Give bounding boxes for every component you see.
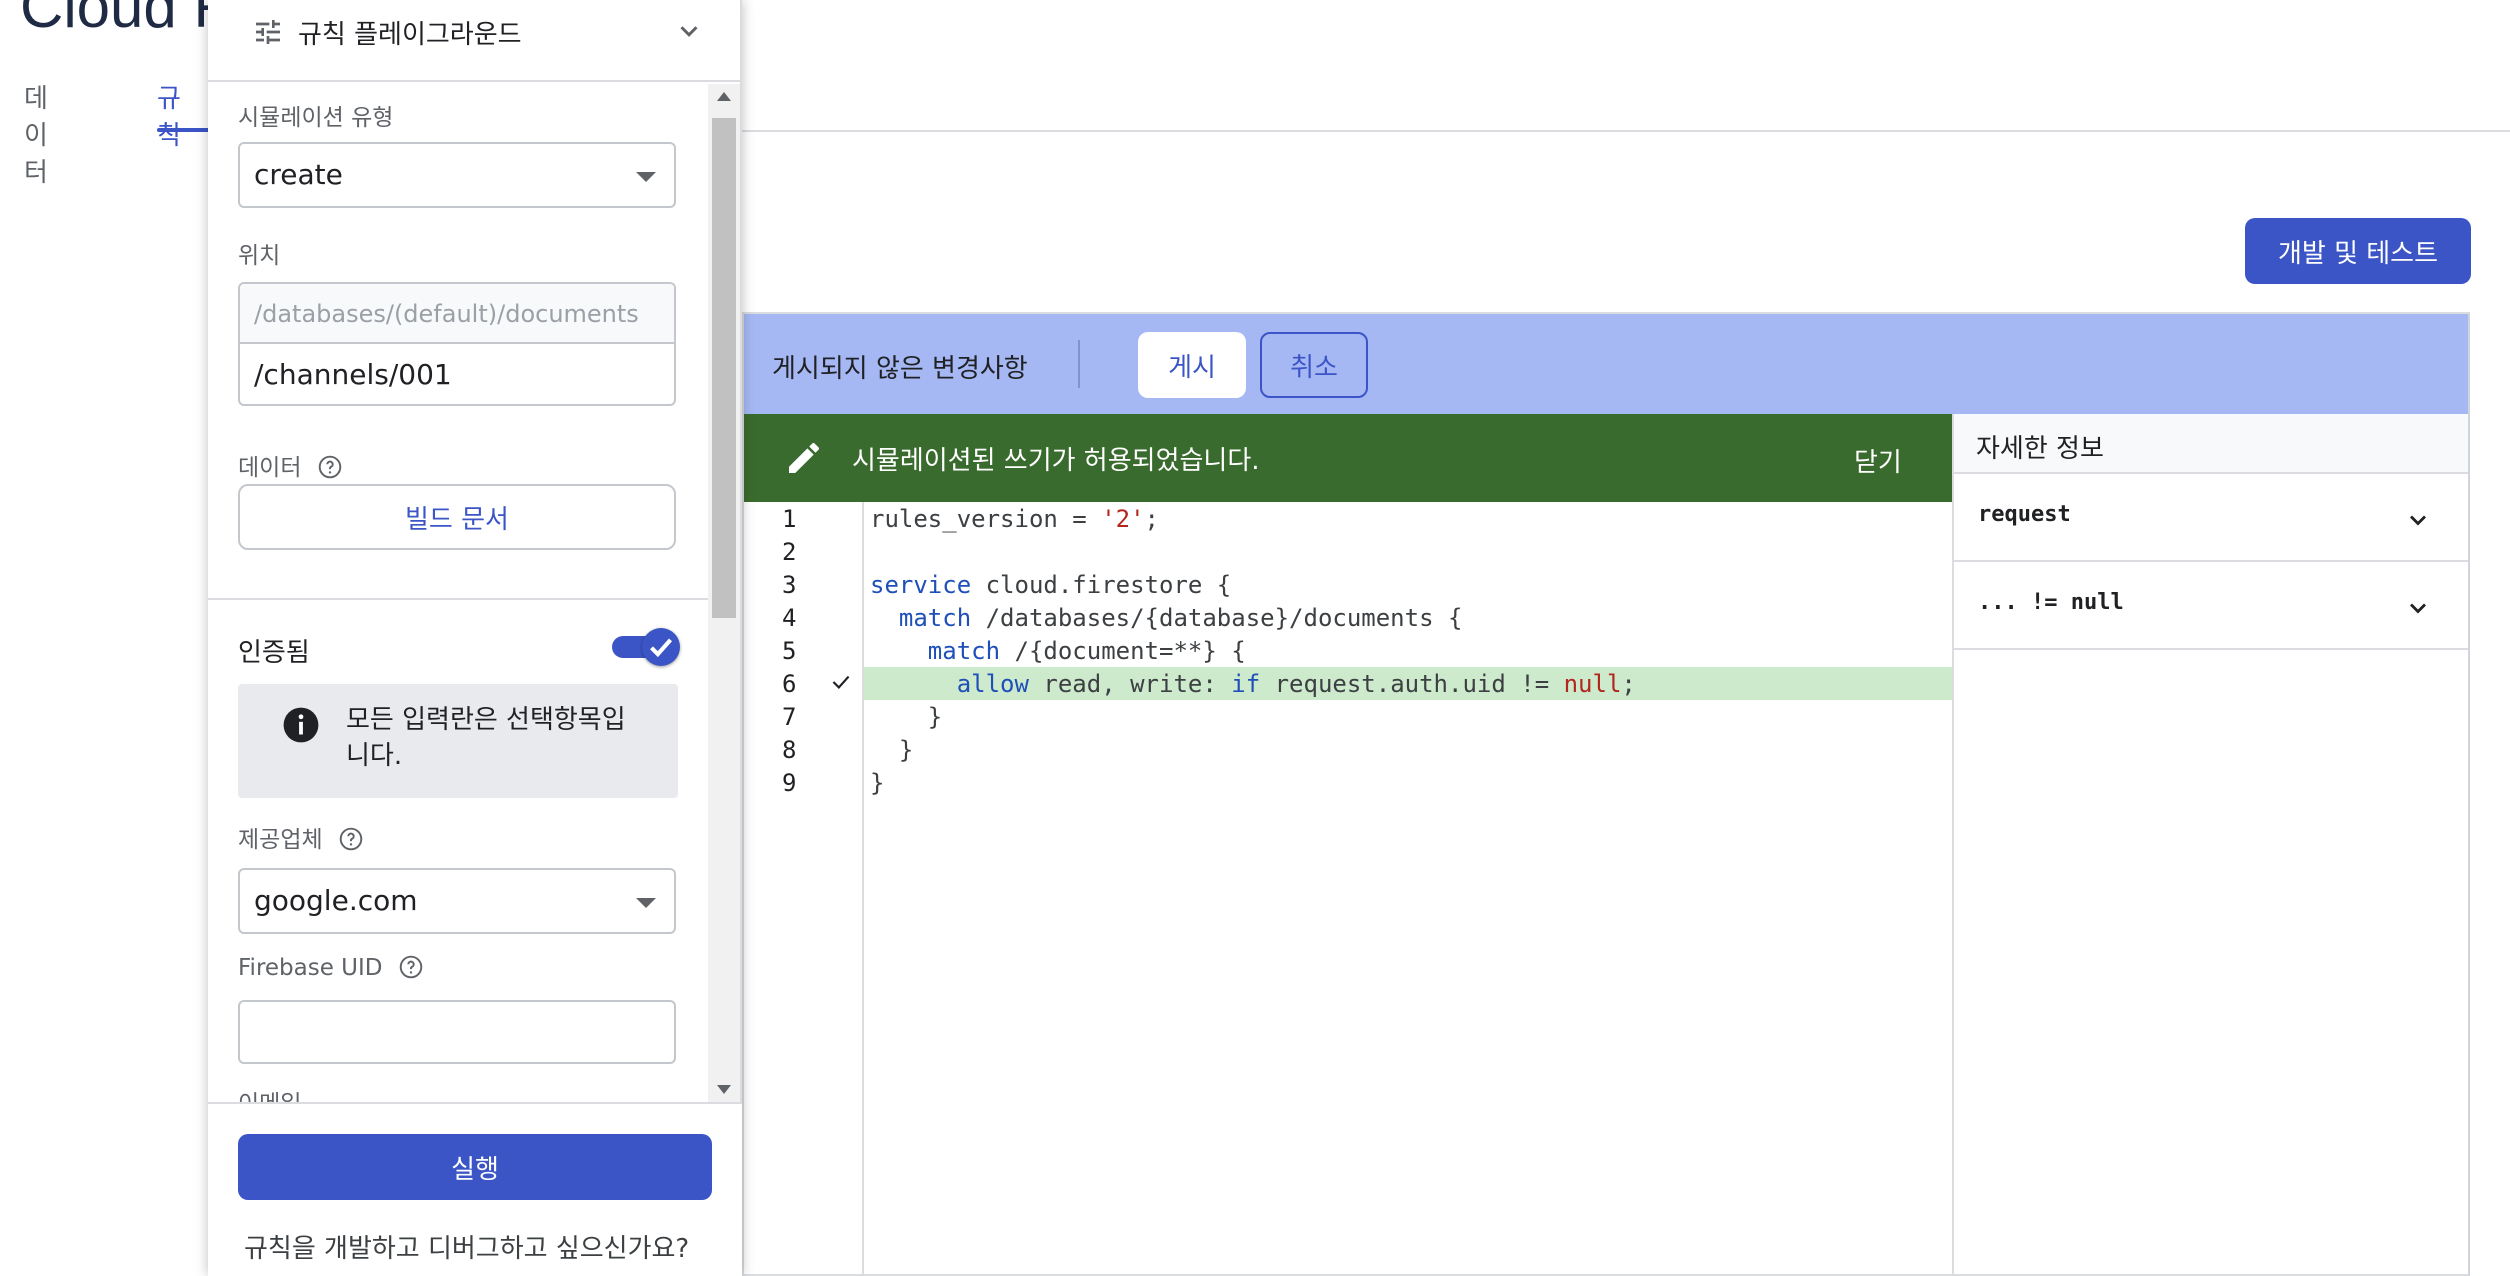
pencil-icon xyxy=(789,442,820,473)
code-text: rules_version = '2'; xyxy=(870,505,1159,533)
run-button[interactable]: 실행 xyxy=(238,1134,712,1200)
chevron-down-icon[interactable] xyxy=(2404,506,2432,534)
rules-playground-panel: 규칙 플레이그라운드 시뮬레이션 유형 create 위치 /databases… xyxy=(208,0,742,1276)
code-line: 3 service cloud.firestore { xyxy=(744,568,1952,601)
info-notice: 모든 입력란은 선택항목입니다. xyxy=(238,684,678,798)
code-text: } xyxy=(870,769,885,797)
close-result-button[interactable]: 닫기 xyxy=(1854,442,1902,479)
code-line: 7 } xyxy=(744,700,1952,733)
tab-data[interactable]: 데이터 xyxy=(24,78,48,189)
provider-label-text: 제공업체 xyxy=(238,827,323,853)
sim-type-select[interactable]: create xyxy=(238,142,676,208)
unpublished-banner: 게시되지 않은 변경사항 게시 취소 xyxy=(744,314,2468,414)
dropdown-arrow-icon xyxy=(636,172,656,182)
code-text: service cloud.firestore { xyxy=(870,571,1232,599)
playground-title: 규칙 플레이그라운드 xyxy=(298,20,522,50)
code-line: 4 match /databases/{database}/documents … xyxy=(744,601,1952,634)
tab-rules[interactable]: 규칙 xyxy=(157,78,181,152)
info-text: 모든 입력란은 선택항목입니다. xyxy=(346,705,626,771)
line-number: 6 xyxy=(782,670,797,698)
help-icon[interactable] xyxy=(338,826,364,852)
debug-prompt[interactable]: 규칙을 개발하고 디버그하고 싶으신가요? xyxy=(244,1228,689,1265)
publish-button[interactable]: 게시 xyxy=(1138,332,1246,398)
uid-label-text: Firebase UID xyxy=(238,955,383,981)
simulation-result-bar: 시뮬레이션된 쓰기가 허용되었습니다. 닫기 xyxy=(744,414,1952,502)
provider-value: google.com xyxy=(254,884,418,917)
location-prefix: /databases/(default)/documents xyxy=(240,284,674,344)
run-area: 실행 규칙을 개발하고 디버그하고 싶으신가요? xyxy=(208,1102,742,1276)
code-text: match /databases/{database}/documents { xyxy=(898,604,1463,632)
banner-separator xyxy=(1078,340,1080,388)
tune-icon xyxy=(256,20,280,44)
detail-label: ... != null xyxy=(1978,590,2124,615)
help-icon[interactable] xyxy=(398,954,424,980)
details-title: 자세한 정보 xyxy=(1976,434,2104,464)
code-line: 2 xyxy=(744,535,1952,568)
gutter-divider xyxy=(862,502,864,1274)
playground-header[interactable]: 규칙 플레이그라운드 xyxy=(208,0,740,82)
line-number: 5 xyxy=(782,637,797,665)
line-number: 9 xyxy=(782,769,797,797)
authenticated-toggle[interactable] xyxy=(612,628,680,666)
toggle-knob xyxy=(642,628,680,666)
chevron-down-icon[interactable] xyxy=(2404,594,2432,622)
unpublished-text: 게시되지 않은 변경사항 xyxy=(772,354,1028,384)
email-label: 이메일 xyxy=(238,1084,301,1102)
sim-type-label: 시뮬레이션 유형 xyxy=(238,105,394,131)
simulation-result-text: 시뮬레이션된 쓰기가 허용되었습니다. xyxy=(852,446,1260,476)
line-number: 8 xyxy=(782,736,797,764)
code-line: 5 match /{document=**} { xyxy=(744,634,1952,667)
location-field: /databases/(default)/documents /channels… xyxy=(238,282,676,406)
detail-label: request xyxy=(1978,502,2071,527)
scroll-down-icon[interactable] xyxy=(714,1082,734,1096)
provider-select[interactable]: google.com xyxy=(238,868,676,934)
line-number: 3 xyxy=(782,571,797,599)
line-number: 4 xyxy=(782,604,797,632)
section-divider xyxy=(208,598,708,600)
detail-row-not-null[interactable]: ... != null xyxy=(1954,562,2468,650)
location-input[interactable]: /channels/001 xyxy=(254,358,452,391)
build-document-button[interactable]: 빌드 문서 xyxy=(238,484,676,550)
detail-row-request[interactable]: request xyxy=(1954,474,2468,562)
page-title: Cloud F xyxy=(20,0,231,40)
scroll-up-icon[interactable] xyxy=(714,90,734,104)
dropdown-arrow-icon xyxy=(636,898,656,908)
code-line: 9 } xyxy=(744,766,1952,799)
rules-editor-card: 게시되지 않은 변경사항 게시 취소 시뮬레이션된 쓰기가 허용되었습니다. 닫… xyxy=(742,312,2470,1276)
scrollbar-thumb[interactable] xyxy=(712,118,736,618)
page-divider xyxy=(742,130,2510,132)
check-icon xyxy=(650,638,673,658)
code-text: match /{document=**} { xyxy=(927,637,1246,665)
check-icon xyxy=(832,675,850,689)
line-number: 7 xyxy=(782,703,797,731)
location-prefix-text: /databases/(default)/documents xyxy=(254,300,639,328)
details-header: 자세한 정보 xyxy=(1954,414,2468,474)
sim-type-value: create xyxy=(254,158,343,191)
help-icon[interactable] xyxy=(317,454,343,480)
code-text: allow read, write: if request.auth.uid !… xyxy=(956,670,1636,698)
line-number: 1 xyxy=(782,505,797,533)
location-label: 위치 xyxy=(238,243,281,269)
code-line-highlighted: 6 allow read, write: if request.auth.uid… xyxy=(744,667,1952,700)
dev-test-button[interactable]: 개발 및 테스트 xyxy=(2245,218,2471,284)
code-editor[interactable]: 1 rules_version = '2'; 2 3 service cloud… xyxy=(744,502,1952,1274)
uid-input[interactable] xyxy=(238,1000,676,1064)
provider-label: 제공업체 xyxy=(238,820,364,854)
cancel-button[interactable]: 취소 xyxy=(1260,332,1368,398)
code-text: } xyxy=(870,703,943,731)
info-icon xyxy=(283,707,319,743)
authenticated-label: 인증됨 xyxy=(238,638,310,668)
uid-label: Firebase UID xyxy=(238,954,424,981)
code-line: 1 rules_version = '2'; xyxy=(744,502,1952,535)
playground-form: 시뮬레이션 유형 create 위치 /databases/(default)/… xyxy=(208,84,742,1102)
code-text: } xyxy=(870,736,914,764)
line-number: 2 xyxy=(782,538,797,566)
details-panel: 자세한 정보 request ... != null xyxy=(1952,414,2468,1274)
data-label-text: 데이터 xyxy=(238,455,302,481)
chevron-down-icon[interactable] xyxy=(674,16,704,46)
code-line: 8 } xyxy=(744,733,1952,766)
data-label: 데이터 xyxy=(238,448,343,482)
